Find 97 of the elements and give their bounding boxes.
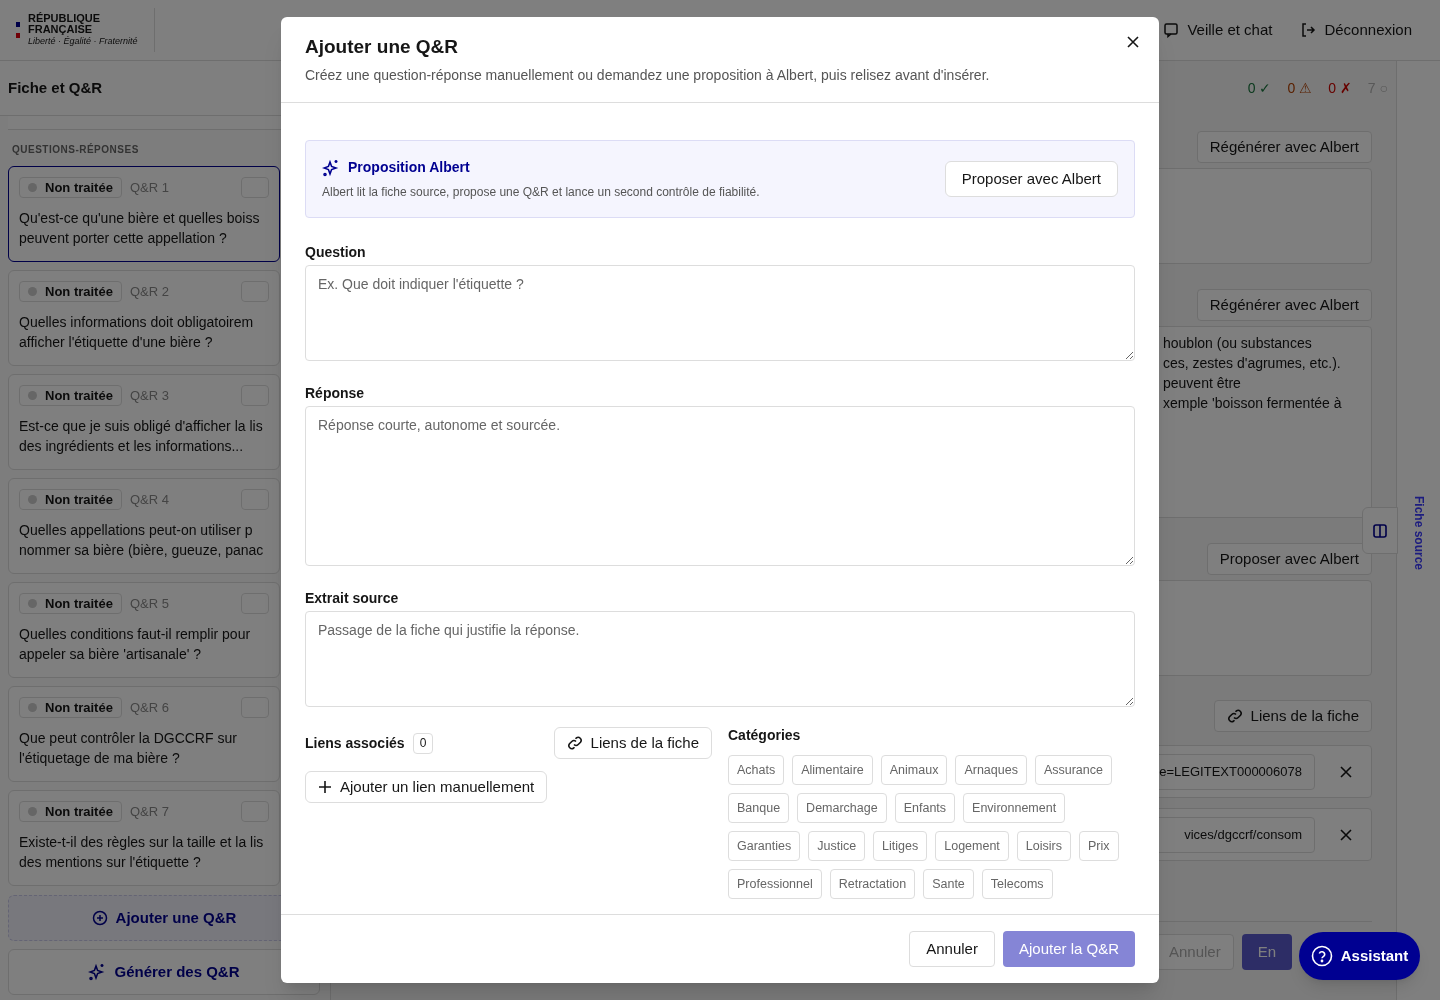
- status-badge: Non traitée: [19, 801, 122, 822]
- answer-text: houblon (ou substances ces, zestes d'agrumes, etc.). peuvent être xemple 'boisson fermentée à: [1163, 334, 1343, 413]
- qa-number: Q&R 1: [129, 178, 169, 197]
- qa-number: Q&R 4: [129, 490, 169, 509]
- category-chip[interactable]: Environnement: [963, 793, 1066, 823]
- category-chip[interactable]: Retractation: [829, 869, 916, 899]
- status-badge: Non traitée: [19, 281, 122, 302]
- sparkle-icon: [88, 963, 107, 981]
- links-label: Liens associés: [305, 733, 405, 753]
- status-counter: 0 ✓: [1247, 79, 1272, 98]
- qa-card[interactable]: Non traitée Q&R 7 Existe-t-il des règles sur la taille et la lis des mentions sur l'étiquette ?: [8, 790, 280, 886]
- send-button[interactable]: En: [1241, 934, 1292, 970]
- category-chip[interactable]: Assurance: [1034, 755, 1112, 785]
- logout-icon: [1300, 22, 1317, 38]
- category-chip[interactable]: Demarchage: [797, 793, 887, 823]
- field-label: Extrait source: [305, 590, 400, 607]
- help-icon: [1310, 945, 1333, 967]
- qa-card[interactable]: Non traitée Q&R 3 Est-ce que je suis obligé d'afficher la lis des ingrédients et les informations...: [8, 374, 280, 470]
- question-text: Quelles appellations peut-on utiliser p nommer sa bière (bière, gueuze, panac: [19, 521, 265, 560]
- links-count: 0: [412, 732, 434, 754]
- links-button[interactable]: Liens de la fiche: [1213, 700, 1372, 732]
- close-button[interactable]: [1125, 34, 1141, 50]
- question-text: Qu'est-ce qu'une bière et quelles boiss peuvent porter cette appellation ?: [19, 209, 261, 248]
- qa-card[interactable]: Non traitée Q&R 1 Qu'est-ce qu'une bière et quelles boiss peuvent porter cette appellation ?: [8, 166, 280, 262]
- text-area[interactable]: Ex. Que doit indiquer l'étiquette ?: [305, 265, 1135, 361]
- remove-link-button[interactable]: [1339, 827, 1353, 842]
- dialog-subtitle: Créez une question-réponse manuellement ou demandez une proposition à Albert, puis relisez avant d'insérer.: [305, 66, 991, 85]
- question-text: Est-ce que je suis obligé d'afficher la lis des ingrédients et les informations...: [19, 417, 264, 456]
- categories-label: Catégories: [728, 726, 802, 745]
- sparkle-icon: [322, 158, 340, 177]
- qa-card[interactable]: Non traitée Q&R 5 Quelles conditions faut-il remplir pour appeler sa bière 'artisanale' ?: [8, 582, 280, 678]
- albert-title: Proposition Albert: [348, 158, 470, 177]
- category-chip[interactable]: Litiges: [873, 831, 928, 861]
- panel-title: Fiche et Q&R: [8, 77, 103, 98]
- section-heading: QUESTIONS-RÉPONSES: [11, 142, 140, 157]
- links-button[interactable]: Liens de la fiche: [553, 727, 712, 759]
- nav-link[interactable]: Veille et chat: [1163, 18, 1273, 42]
- add-icon: [91, 910, 108, 926]
- qa-card[interactable]: Non traitée Q&R 6 Que peut contrôler la DGCCRF sur l'étiquetage de ma bière ?: [8, 686, 280, 782]
- nav-link[interactable]: Déconnexion: [1300, 18, 1412, 42]
- propose-button[interactable]: Proposer avec Albert: [1206, 543, 1372, 575]
- generate-qa-button[interactable]: Générer des Q&R: [8, 949, 320, 995]
- category-chip[interactable]: Prix: [1079, 831, 1119, 861]
- category-chip[interactable]: Alimentaire: [792, 755, 873, 785]
- plus-icon: [318, 780, 332, 794]
- question-text: Quelles conditions faut-il remplir pour appeler sa bière 'artisanale' ?: [19, 625, 252, 664]
- question-text: Existe-t-il des règles sur la taille et la lis des mentions sur l'étiquette ?: [19, 833, 265, 872]
- logo-text: RÉPUBLIQUE: [28, 13, 102, 24]
- text-area[interactable]: Réponse courte, autonome et sourcée.: [305, 406, 1135, 566]
- category-chip[interactable]: Logement: [935, 831, 1009, 861]
- category-chip[interactable]: Animaux: [880, 755, 948, 785]
- category-chip[interactable]: Enfants: [894, 793, 956, 823]
- category-chip[interactable]: Professionnel: [728, 869, 822, 899]
- category-chip[interactable]: Arnaques: [955, 755, 1027, 785]
- add-link-button[interactable]: Ajouter un lien manuellement: [305, 771, 548, 803]
- qa-number: Q&R 7: [129, 802, 169, 821]
- category-chip[interactable]: Loisirs: [1016, 831, 1071, 861]
- qa-card[interactable]: Non traitée Q&R 4 Quelles appellations peut-on utiliser p nommer sa bière (bière, gueuze, panac: [8, 478, 280, 574]
- chat-icon: [1163, 22, 1180, 38]
- qa-number: Q&R 3: [129, 386, 169, 405]
- category-chip[interactable]: Achats: [728, 755, 785, 785]
- regenerate-button[interactable]: Régénérer avec Albert: [1196, 131, 1372, 163]
- sidebar-icon: [1373, 523, 1387, 538]
- flag-icon: [16, 22, 20, 38]
- category-chip[interactable]: Sante: [923, 869, 974, 899]
- status-badge: Non traitée: [19, 489, 122, 510]
- question-text: Quelles informations doit obligatoirem afficher l'étiquette d'une bière ?: [19, 313, 255, 352]
- status-counter: 0 ⚠: [1287, 79, 1313, 98]
- cancel-button[interactable]: Annuler: [909, 931, 995, 967]
- category-chip[interactable]: Justice: [808, 831, 866, 861]
- status-badge: Non traitée: [19, 593, 122, 614]
- qa-card[interactable]: Non traitée Q&R 2 Quelles informations doit obligatoirem afficher l'étiquette d'une bière ?: [8, 270, 280, 366]
- link-icon: [566, 735, 583, 751]
- qa-number: Q&R 5: [129, 594, 169, 613]
- field-label: Réponse: [305, 385, 366, 402]
- dialog-title: Ajouter une Q&R: [305, 35, 459, 59]
- category-chip[interactable]: Banque: [728, 793, 790, 823]
- category-chip[interactable]: Telecoms: [981, 869, 1053, 899]
- status-badge: Non traitée: [19, 385, 122, 406]
- category-chip[interactable]: Garanties: [728, 831, 801, 861]
- text-area[interactable]: Passage de la fiche qui justifie la réponse.: [305, 611, 1135, 707]
- motto: Liberté · Égalité · Fraternité: [28, 36, 138, 47]
- qa-number: Q&R 6: [129, 698, 169, 717]
- panel-toggle-button[interactable]: [1362, 507, 1398, 554]
- status-badge: Non traitée: [19, 177, 122, 198]
- propose-button[interactable]: Proposer avec Albert: [944, 161, 1118, 197]
- link-icon: [1226, 708, 1243, 724]
- status-badge: Non traitée: [19, 697, 122, 718]
- question-text: Que peut contrôler la DGCCRF sur l'étiquetage de ma bière ?: [19, 729, 238, 768]
- remove-link-button[interactable]: [1339, 764, 1353, 779]
- field-label: Question: [305, 244, 367, 261]
- qa-number: Q&R 2: [129, 282, 169, 301]
- albert-description: Albert lit la fiche source, propose une Q&R et lance un second contrôle de fiabilité.: [322, 184, 761, 201]
- assistant-button[interactable]: Assistant: [1299, 932, 1420, 980]
- regenerate-button[interactable]: Régénérer avec Albert: [1196, 289, 1372, 321]
- logo-text: FRANÇAISE: [28, 24, 93, 35]
- status-counter: 0 ✗: [1328, 79, 1352, 98]
